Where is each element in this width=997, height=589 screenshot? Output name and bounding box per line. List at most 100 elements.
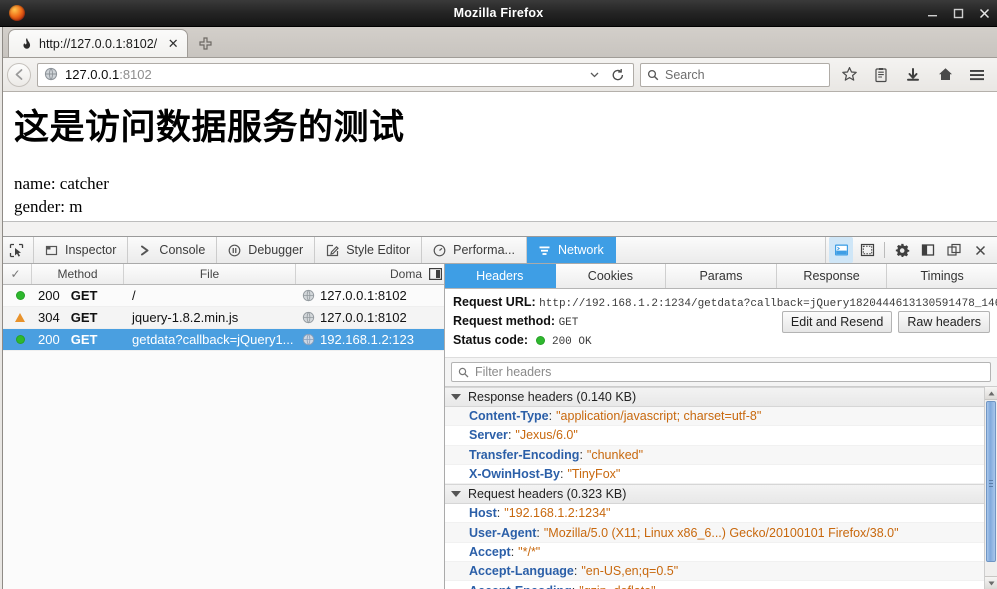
row-domain: 192.168.1.2:123 <box>296 329 444 350</box>
raw-headers-button[interactable]: Raw headers <box>898 311 990 333</box>
new-tab-button[interactable] <box>192 30 218 56</box>
tab-strip: http://127.0.0.1:8102/ ✕ <box>0 27 997 58</box>
header-value: "TinyFox" <box>567 467 621 482</box>
maximize-icon[interactable] <box>952 7 965 20</box>
row-status-indicator <box>0 307 32 328</box>
close-devtools-icon[interactable] <box>968 237 992 263</box>
dock-side-icon[interactable] <box>916 237 940 263</box>
url-bar[interactable]: 127.0.0.1:8102 <box>37 62 634 87</box>
split-console-icon[interactable] <box>829 237 853 263</box>
row-file: jquery-1.8.2.min.js <box>132 310 239 325</box>
header-name: Accept-Language <box>469 564 574 579</box>
scrollbar-thumb[interactable] <box>986 401 996 562</box>
globe-icon <box>302 289 315 302</box>
column-header-check[interactable]: ✓ <box>0 264 32 284</box>
back-button[interactable] <box>7 62 31 87</box>
headers-list: Response headers (0.140 KB) Content-Type… <box>445 387 984 589</box>
header-row: Content-Type: "application/javascript; c… <box>445 407 984 427</box>
globe-icon <box>302 333 315 346</box>
header-value: "chunked" <box>586 447 644 462</box>
devtools-toolbar-actions <box>826 237 997 263</box>
row-method: 200 GET <box>32 329 124 350</box>
table-row[interactable]: 200 GET / 127.0.0.1:8102 <box>0 285 444 307</box>
table-row[interactable]: 200 GET getdata?callback=jQuery1... 192.… <box>0 329 444 351</box>
tab-response[interactable]: Response <box>777 264 888 288</box>
column-picker-icon[interactable] <box>428 268 442 281</box>
column-header-method[interactable]: Method <box>32 264 124 284</box>
header-value: "gzip, deflate" <box>579 584 655 589</box>
status-warn-triangle <box>15 313 25 322</box>
tab-style-editor[interactable]: Style Editor <box>315 237 423 263</box>
header-row: Host: "192.168.1.2:1234" <box>445 504 984 524</box>
reload-icon[interactable] <box>609 63 627 87</box>
request-headers-group[interactable]: Request headers (0.323 KB) <box>445 484 984 505</box>
hamburger-menu-icon[interactable] <box>964 63 990 87</box>
scroll-down-arrow-icon[interactable] <box>985 576 997 589</box>
tab-close-icon[interactable]: ✕ <box>165 36 181 52</box>
summary-buttons: Edit and Resend Raw headers <box>781 311 990 333</box>
element-picker-icon[interactable] <box>0 237 34 263</box>
status-code-line: Status code: 200 OK <box>453 332 997 351</box>
column-header-file[interactable]: File <box>124 264 296 284</box>
header-value: "*/*" <box>518 544 541 559</box>
separate-window-icon[interactable] <box>942 237 966 263</box>
header-row: Server: "Jexus/6.0" <box>445 426 984 446</box>
request-method-value: GET <box>558 317 579 329</box>
chevron-down-icon[interactable] <box>585 63 603 87</box>
status-code-value: 200 OK <box>551 336 592 348</box>
response-headers-group[interactable]: Response headers (0.140 KB) <box>445 387 984 407</box>
edit-and-resend-button[interactable]: Edit and Resend <box>781 311 893 333</box>
firefox-logo-icon <box>4 0 30 27</box>
status-ok-dot <box>16 291 25 300</box>
tab-params[interactable]: Params <box>666 264 777 288</box>
tab-timings[interactable]: Timings <box>887 264 997 288</box>
tab-title: http://127.0.0.1:8102/ <box>39 36 158 51</box>
style-editor-icon <box>326 244 340 257</box>
responsive-design-mode-icon[interactable] <box>855 237 879 263</box>
tab-label: Debugger <box>248 243 304 257</box>
tab-label: Inspector <box>65 243 117 257</box>
tab-cookies[interactable]: Cookies <box>556 264 667 288</box>
debugger-pause-icon <box>228 244 241 257</box>
filter-headers-input[interactable]: Filter headers <box>451 362 991 382</box>
status-ok-dot <box>535 336 545 346</box>
header-value: "Mozilla/5.0 (X11; Linux x86_6...) Gecko… <box>543 525 899 540</box>
request-url-label: Request URL: <box>453 295 536 309</box>
row-method: 304 GET <box>32 307 124 328</box>
column-header-domain[interactable]: Doma <box>296 264 444 284</box>
page-text-name: name: catcher <box>14 173 109 193</box>
tab-headers[interactable]: Headers <box>445 264 556 288</box>
tab-network[interactable]: Network <box>526 237 616 263</box>
scroll-up-arrow-icon[interactable] <box>985 387 997 400</box>
headers-scrollbar[interactable] <box>984 387 997 589</box>
firefox-window: Mozilla Firefox http://127.0.0.1:8102/ ✕ <box>0 0 997 589</box>
tab-inspector[interactable]: Inspector <box>34 237 129 263</box>
header-row: Transfer-Encoding: "chunked" <box>445 445 984 465</box>
header-name: Content-Type <box>469 409 549 424</box>
header-row: X-OwinHost-By: "TinyFox" <box>445 465 984 485</box>
browser-tab[interactable]: http://127.0.0.1:8102/ ✕ <box>8 29 189 57</box>
toolbar-spacer <box>616 237 826 263</box>
table-row[interactable]: 304 GET jquery-1.8.2.min.js 127.0.0.1:81… <box>0 307 444 329</box>
title-bar: Mozilla Firefox <box>0 0 997 27</box>
tab-performance[interactable]: Performa... <box>422 237 527 263</box>
row-status-code: 200 <box>38 288 60 303</box>
settings-gear-icon[interactable] <box>890 237 914 263</box>
library-icon[interactable] <box>868 63 894 87</box>
url-text[interactable]: 127.0.0.1:8102 <box>65 67 585 82</box>
star-icon[interactable] <box>836 63 862 87</box>
column-header-domain-label: Doma <box>389 267 422 281</box>
header-name: User-Agent <box>469 525 537 540</box>
header-name: Accept <box>469 544 511 559</box>
home-icon[interactable] <box>932 63 958 87</box>
tab-console[interactable]: Console <box>128 237 218 263</box>
search-bar[interactable]: Search <box>640 62 830 87</box>
devtools-body: ✓ Method File Doma 200 GET / 127.0.0.1:8… <box>0 264 997 589</box>
minimize-icon[interactable] <box>926 7 939 20</box>
filter-headers-wrap: Filter headers <box>445 358 997 387</box>
close-icon[interactable] <box>978 7 991 20</box>
status-ok-dot <box>16 335 25 344</box>
download-arrow-icon[interactable] <box>900 63 926 87</box>
url-host: 127.0.0.1 <box>65 67 120 82</box>
tab-debugger[interactable]: Debugger <box>217 237 316 263</box>
